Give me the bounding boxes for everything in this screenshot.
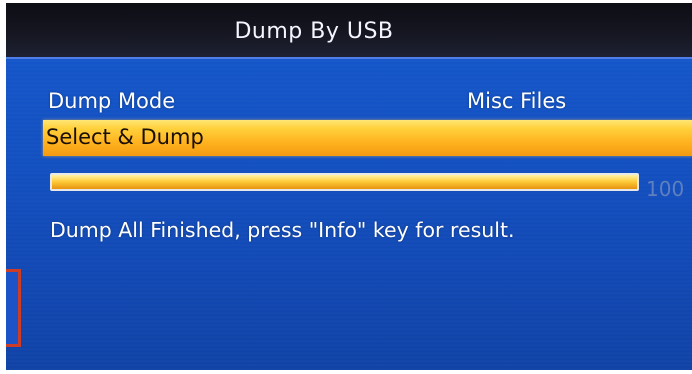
status-message: Dump All Finished, press "Info" key for … [50,218,515,242]
dump-mode-value[interactable]: Misc Files [467,89,566,113]
select-dump-label: Select & Dump [46,125,204,149]
progress-fill [52,175,637,189]
left-edge-indicator [6,269,21,347]
select-dump-menu-item[interactable]: Select & Dump [43,120,692,156]
title-bar: Dump By USB [6,3,692,59]
progress-percent-text: 100 [646,177,685,201]
dump-mode-label: Dump Mode [48,89,176,113]
window-title: Dump By USB [234,19,394,44]
dump-by-usb-screen: Dump By USB Dump Mode Misc Files Select … [6,3,692,370]
progress-bar [50,173,639,191]
